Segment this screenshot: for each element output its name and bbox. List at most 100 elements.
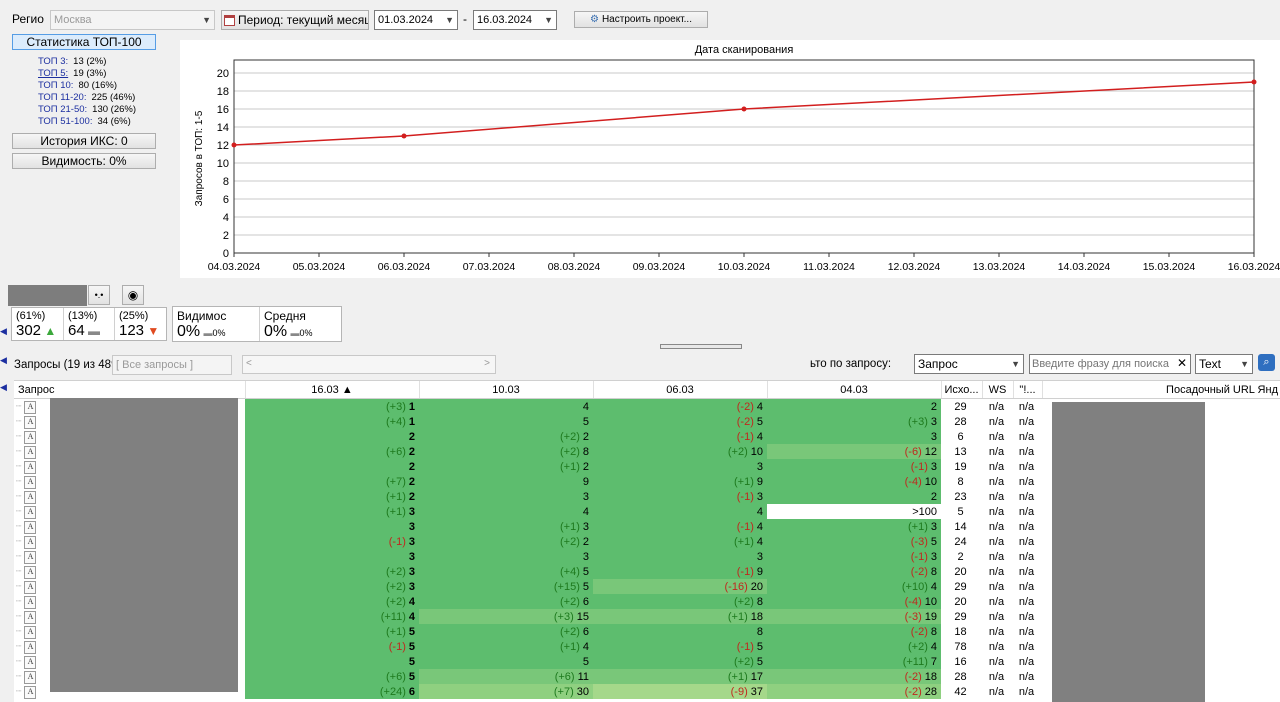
position-cell: (-2) 8 <box>767 564 941 579</box>
position-delta: (+1) <box>908 520 928 533</box>
position-cell: (+1) 18 <box>593 609 767 624</box>
iks-history-button[interactable]: История ИКС: 0 <box>12 133 156 149</box>
filter-field-select[interactable]: Запрос ▼ <box>914 354 1024 374</box>
src-cell: 28 <box>941 669 982 684</box>
position-cell: (+4) 1 <box>245 414 419 429</box>
position-value: 3 <box>408 505 415 518</box>
region-label: Регио <box>12 12 44 26</box>
q-cell: n/a <box>1013 669 1042 684</box>
src-cell: 6 <box>941 429 982 444</box>
summary-down-value: 123 <box>119 322 145 339</box>
summary-same: (13%) 64 ▬ <box>64 308 115 340</box>
src-cell: 24 <box>941 534 982 549</box>
configure-project-button[interactable]: ⚙ Настроить проект... <box>574 11 708 28</box>
stats-top100-button[interactable]: Статистика ТОП-100 <box>12 34 156 50</box>
queries-grid: Запрос 16.03 ▲ 10.03 06.03 04.03 Исхо...… <box>14 380 1280 702</box>
position-value: 4 <box>756 505 763 518</box>
position-value: 5 <box>756 640 763 653</box>
column-header-url[interactable]: Посадочный URL Янд <box>1042 381 1280 399</box>
position-cell: (+2) 4 <box>767 639 941 654</box>
column-header-date-4[interactable]: 04.03 <box>767 381 942 399</box>
column-header-date-3[interactable]: 06.03 <box>593 381 768 399</box>
visibility-button[interactable]: Видимость: 0% <box>12 153 156 169</box>
top-stat-value: 130 (26%) <box>92 104 137 115</box>
position-delta: (+1) <box>727 670 748 683</box>
position-delta: (-1) <box>736 520 754 533</box>
column-header-quote[interactable]: "!... <box>1013 381 1043 399</box>
chart-background <box>180 40 1280 278</box>
redacted-tab <box>8 285 87 306</box>
date-separator: - <box>463 12 467 26</box>
query-group-select[interactable]: [ Все запросы ] <box>112 355 232 375</box>
position-delta: (+7) <box>386 475 406 488</box>
q-cell: n/a <box>1013 519 1042 534</box>
q-cell: n/a <box>1013 398 1042 414</box>
scroll-right-icon[interactable]: > <box>484 358 490 369</box>
column-header-ws[interactable]: WS <box>982 381 1014 399</box>
position-cell: (+1) 4 <box>419 639 593 654</box>
position-delta: (-1) <box>736 640 754 653</box>
position-value: 4 <box>756 535 763 548</box>
position-cell: (+1) 3 <box>245 504 419 519</box>
eye-button[interactable]: ◉ <box>122 285 144 305</box>
position-delta: (+1) <box>727 610 748 623</box>
position-cell: (+2) 10 <box>593 444 767 459</box>
position-delta: (-16) <box>724 580 748 593</box>
horizontal-scrollbar[interactable]: < > <box>242 355 496 374</box>
chart-xtick-label: 16.03.2024 <box>1228 261 1280 273</box>
chart-xtick-label: 12.03.2024 <box>888 261 941 273</box>
scroll-left-icon[interactable]: ◀ <box>0 382 7 393</box>
position-value: 8 <box>582 445 589 458</box>
clear-icon[interactable]: ✕ <box>1177 356 1187 370</box>
column-header-date-2[interactable]: 10.03 <box>419 381 594 399</box>
query-type-icon: A <box>24 415 37 429</box>
scroll-left-icon[interactable]: ◀ <box>0 355 7 366</box>
position-cell: (+2) 2 <box>419 534 593 549</box>
top-stat-key[interactable]: ТОП 5: <box>38 68 68 79</box>
chart-ytick-label: 8 <box>223 176 229 188</box>
equal-icon: ▬ <box>88 324 101 338</box>
column-header-query[interactable]: Запрос <box>14 381 246 399</box>
chart-ytick-label: 12 <box>217 140 229 152</box>
period-button-label: Период: текущий месяц <box>238 13 369 27</box>
search-input[interactable] <box>1030 355 1176 373</box>
chevron-down-icon: ▼ <box>1011 359 1020 369</box>
search-box[interactable]: ✕ <box>1029 354 1191 374</box>
position-cell: 2 <box>245 459 419 474</box>
position-delta: (+6) <box>386 670 406 683</box>
column-header-date-1[interactable]: 16.03 ▲ <box>245 381 420 399</box>
position-value: 3 <box>756 490 763 503</box>
calendar-icon <box>224 15 235 26</box>
position-value: 4 <box>756 430 763 443</box>
q-cell: n/a <box>1013 459 1042 474</box>
position-value: 2 <box>408 460 415 473</box>
position-value: 3 <box>408 580 415 593</box>
position-delta: (-1) <box>388 640 406 653</box>
date-to-picker[interactable]: 16.03.2024 ▼ <box>473 10 557 30</box>
scroll-left-icon[interactable]: ◀ <box>0 326 7 337</box>
ws-cell: n/a <box>982 459 1013 474</box>
column-header-source[interactable]: Исхо... <box>941 381 983 399</box>
position-cell: 5 <box>419 654 593 669</box>
splitter-handle[interactable] <box>660 344 742 349</box>
ws-cell: n/a <box>982 398 1013 414</box>
region-select[interactable]: Москва ▼ <box>50 10 215 30</box>
ws-cell: n/a <box>982 519 1013 534</box>
search-mode-select[interactable]: Text ▼ <box>1195 354 1253 374</box>
scroll-left-icon[interactable]: < <box>246 358 252 369</box>
position-delta: (-4) <box>904 595 922 608</box>
chart-ytick-label: 20 <box>217 68 229 80</box>
position-cell: (+2) 5 <box>593 654 767 669</box>
position-value: 4 <box>582 505 589 518</box>
ws-cell: n/a <box>982 429 1013 444</box>
toggle-view-button[interactable]: •.• <box>88 285 110 305</box>
date-from-picker[interactable]: 01.03.2024 ▼ <box>374 10 458 30</box>
top-stat-value: 34 (6%) <box>97 116 131 127</box>
chart-xtick-label: 11.03.2024 <box>803 261 855 273</box>
position-delta: (+11) <box>902 655 928 668</box>
position-delta: (+1) <box>560 640 580 653</box>
top-stat-value: 80 (16%) <box>78 80 118 91</box>
period-button[interactable]: Период: текущий месяц <box>221 10 369 30</box>
search-icon[interactable]: ⌕ <box>1258 354 1275 371</box>
query-type-icon: A <box>24 685 37 699</box>
